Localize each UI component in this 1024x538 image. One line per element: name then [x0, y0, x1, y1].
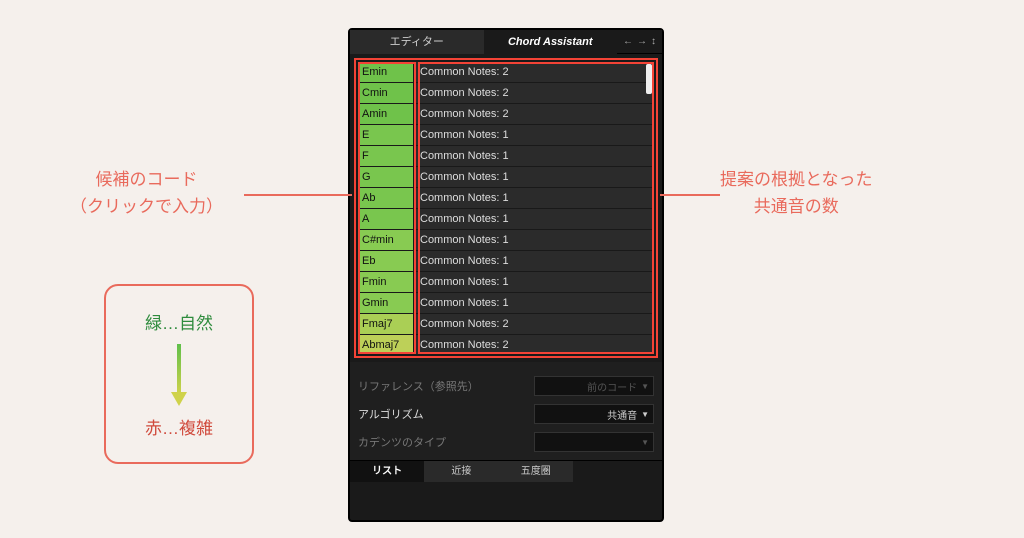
scrollbar[interactable] [646, 64, 652, 94]
annotation-right-connector [660, 194, 720, 196]
chord-name-cell[interactable]: F [358, 146, 414, 166]
top-icon-group: ← → ↕ [617, 36, 662, 47]
chord-desc-cell: Common Notes: 1 [414, 167, 654, 187]
chord-desc-cell: Common Notes: 1 [414, 209, 654, 229]
bottom-tab-bar: リスト 近接 五度圏 [350, 460, 662, 482]
tab-circle-of-fifths[interactable]: 五度圏 [499, 461, 573, 482]
arrow-head-icon [171, 392, 187, 406]
annotation-right-line1: 提案の根拠となった [720, 166, 873, 193]
chord-desc-cell: Common Notes: 1 [414, 293, 654, 313]
chord-desc-cell: Common Notes: 2 [414, 104, 654, 124]
annotation-left: 候補のコード （クリックで入力） [70, 166, 223, 220]
chord-name-cell[interactable]: Abmaj7 [358, 335, 414, 354]
chevron-down-icon: ▼ [641, 410, 649, 419]
chord-row: Fmaj7Common Notes: 2 [358, 314, 654, 335]
chord-list-highlight: EminCommon Notes: 2CminCommon Notes: 2Am… [354, 58, 658, 358]
chord-row: AminCommon Notes: 2 [358, 104, 654, 125]
control-algorithm: アルゴリズム 共通音 ▼ [358, 400, 654, 428]
chord-row: ACommon Notes: 1 [358, 209, 654, 230]
chord-list: EminCommon Notes: 2CminCommon Notes: 2Am… [358, 62, 654, 354]
controls-area: リファレンス（参照先） 前のコード ▼ アルゴリズム 共通音 ▼ カデンツのタイ… [350, 362, 662, 460]
chord-row: AbCommon Notes: 1 [358, 188, 654, 209]
chord-row: FminCommon Notes: 1 [358, 272, 654, 293]
chord-name-cell[interactable]: Ab [358, 188, 414, 208]
chord-name-cell[interactable]: Amin [358, 104, 414, 124]
chord-row: Abmaj7Common Notes: 2 [358, 335, 654, 354]
tab-list[interactable]: リスト [350, 461, 424, 482]
chord-name-cell[interactable]: C#min [358, 230, 414, 250]
chord-desc-cell: Common Notes: 2 [414, 314, 654, 334]
chord-row: C#minCommon Notes: 1 [358, 230, 654, 251]
tab-editor[interactable]: エディター [350, 30, 484, 54]
chord-row: FCommon Notes: 1 [358, 146, 654, 167]
chord-name-cell[interactable]: Fmin [358, 272, 414, 292]
annotation-right: 提案の根拠となった 共通音の数 [720, 166, 873, 220]
cadence-label: カデンツのタイプ [358, 434, 534, 450]
color-legend: 緑…自然 赤…複雑 [104, 284, 254, 464]
chord-desc-cell: Common Notes: 2 [414, 62, 654, 82]
tab-chord-assistant[interactable]: Chord Assistant [484, 30, 618, 54]
reference-label: リファレンス（参照先） [358, 378, 534, 394]
legend-green-label: 緑…自然 [145, 309, 213, 334]
chord-desc-cell: Common Notes: 2 [414, 83, 654, 103]
control-cadence: カデンツのタイプ ▼ [358, 428, 654, 456]
chord-name-cell[interactable]: Cmin [358, 83, 414, 103]
algorithm-select[interactable]: 共通音 ▼ [534, 404, 654, 424]
chord-name-cell[interactable]: Gmin [358, 293, 414, 313]
chord-name-cell[interactable]: Fmaj7 [358, 314, 414, 334]
chord-name-cell[interactable]: G [358, 167, 414, 187]
algorithm-value: 共通音 [607, 407, 637, 422]
chord-desc-cell: Common Notes: 1 [414, 188, 654, 208]
algorithm-label: アルゴリズム [358, 406, 534, 422]
chord-name-cell[interactable]: Emin [358, 62, 414, 82]
chord-desc-cell: Common Notes: 1 [414, 272, 654, 292]
cadence-select[interactable]: ▼ [534, 432, 654, 452]
chord-desc-cell: Common Notes: 1 [414, 146, 654, 166]
bottom-spacer [573, 461, 662, 482]
control-reference: リファレンス（参照先） 前のコード ▼ [358, 372, 654, 400]
annotation-left-line2: （クリックで入力） [70, 193, 223, 220]
reference-value: 前のコード [587, 379, 637, 394]
annotation-left-connector [244, 194, 352, 196]
nav-forward-icon[interactable]: → [637, 36, 647, 47]
annotation-right-line2: 共通音の数 [720, 193, 873, 220]
chord-desc-cell: Common Notes: 1 [414, 125, 654, 145]
nav-back-icon[interactable]: ← [623, 36, 633, 47]
chord-row: ECommon Notes: 1 [358, 125, 654, 146]
annotation-left-line1: 候補のコード [70, 166, 223, 193]
chord-desc-cell: Common Notes: 2 [414, 335, 654, 354]
legend-arrow [177, 344, 181, 404]
chord-name-cell[interactable]: E [358, 125, 414, 145]
legend-red-label: 赤…複雑 [145, 414, 213, 439]
chord-desc-cell: Common Notes: 1 [414, 251, 654, 271]
tab-proximity[interactable]: 近接 [424, 461, 498, 482]
reference-select[interactable]: 前のコード ▼ [534, 376, 654, 396]
chord-assistant-panel: エディター Chord Assistant ← → ↕ EminCommon N… [348, 28, 664, 522]
chord-row: EminCommon Notes: 2 [358, 62, 654, 83]
chord-name-cell[interactable]: Eb [358, 251, 414, 271]
chord-desc-cell: Common Notes: 1 [414, 230, 654, 250]
chord-row: CminCommon Notes: 2 [358, 83, 654, 104]
chord-name-cell[interactable]: A [358, 209, 414, 229]
chord-row: GminCommon Notes: 1 [358, 293, 654, 314]
expand-icon[interactable]: ↕ [651, 36, 656, 47]
top-tab-bar: エディター Chord Assistant ← → ↕ [350, 30, 662, 54]
chevron-down-icon: ▼ [641, 382, 649, 391]
arrow-body [177, 344, 181, 394]
chord-row: EbCommon Notes: 1 [358, 251, 654, 272]
chevron-down-icon: ▼ [641, 438, 649, 447]
chord-row: GCommon Notes: 1 [358, 167, 654, 188]
